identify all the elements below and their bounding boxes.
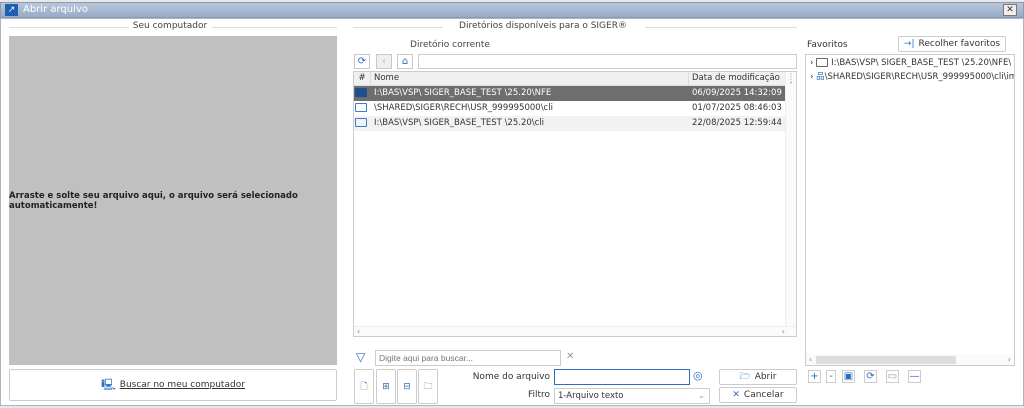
current-dir-label: Diretório corrente xyxy=(410,40,490,50)
section-title-computer: Seu computador xyxy=(132,21,208,31)
new-file-icon: 🗋 xyxy=(360,381,368,392)
home-button[interactable]: ⌂ xyxy=(397,54,413,69)
cancel-button[interactable]: ✕ Cancelar xyxy=(719,387,797,403)
folder-icon xyxy=(355,103,367,112)
collapse-button[interactable]: ⊟ xyxy=(397,369,417,404)
favorites-horizontal-scrollbar[interactable]: ‹ › xyxy=(806,354,1014,365)
expand-button[interactable]: ⊞ xyxy=(376,369,396,404)
row-name: I:\BAS\VSP\ SIGER_BASE_TEST \25.20\NFE xyxy=(374,88,552,98)
table-row[interactable]: I:\BAS\VSP\ SIGER_BASE_TEST \25.20\cli 2… xyxy=(354,116,796,131)
filter-select[interactable]: 1-Arquivo texto ⌄ xyxy=(554,388,710,404)
browse-computer-button[interactable]: 🖳 Buscar no meu computador xyxy=(9,369,337,401)
new-file-button[interactable]: 🗋 xyxy=(354,369,374,404)
file-table: # Nome Data de modificação I:\BAS\VSP\ S… xyxy=(353,71,797,337)
favorite-item[interactable]: › 品\SHARED\SIGER\RECH\USR_999995000\cli\… xyxy=(806,68,1014,82)
folder-icon xyxy=(355,118,367,127)
row-name: \SHARED\SIGER\RECH\USR_999995000\cli xyxy=(374,103,553,113)
divider xyxy=(645,27,797,28)
divider xyxy=(212,27,337,28)
filter-value: 1-Arquivo texto xyxy=(558,391,624,401)
divider xyxy=(353,27,443,28)
drop-text: Arraste e solte seu arquivo aqui, o arqu… xyxy=(9,190,298,211)
remove-favorite-button[interactable]: - xyxy=(826,370,836,383)
row-name: I:\BAS\VSP\ SIGER_BASE_TEST \25.20\cli xyxy=(374,118,545,128)
save-icon[interactable]: ▣ xyxy=(842,370,855,383)
horizontal-scrollbar[interactable]: ‹ › xyxy=(354,326,796,336)
refresh-button[interactable]: ⟳ xyxy=(354,54,370,69)
chevron-right-icon: › xyxy=(810,72,814,82)
col-index[interactable]: # xyxy=(354,72,371,85)
favorites-tree: › I:\BAS\VSP\ SIGER_BASE_TEST \25.20\NFE… xyxy=(805,54,1015,366)
row-date: 22/08/2025 12:59:44 xyxy=(692,118,782,128)
table-row[interactable]: I:\BAS\VSP\ SIGER_BASE_TEST \25.20\NFE 0… xyxy=(354,86,796,101)
divider xyxy=(9,27,129,28)
back-icon: ‹ xyxy=(382,56,386,67)
chevron-down-icon: ⌄ xyxy=(697,391,705,401)
table-row[interactable]: \SHARED\SIGER\RECH\USR_999995000\cli 01/… xyxy=(354,101,796,116)
cancel-label: Cancelar xyxy=(743,390,784,400)
app-icon: ↗ xyxy=(5,4,18,16)
add-favorite-button[interactable]: + xyxy=(808,370,821,383)
x-icon: ✕ xyxy=(732,390,740,400)
section-title-siger: Diretórios disponíveis para o SIGER® xyxy=(459,21,627,31)
col-date[interactable]: Data de modificação xyxy=(689,72,785,85)
window-title: Abrir arquivo xyxy=(23,4,88,15)
filename-label: Nome do arquivo xyxy=(472,372,550,382)
collapse-favorites-label: Recolher favoritos xyxy=(918,39,1001,49)
panel-icon[interactable]: ▭ xyxy=(886,370,899,383)
minus-icon[interactable]: — xyxy=(908,370,921,383)
open-button[interactable]: 🗁 Abrir xyxy=(719,369,797,385)
table-header: # Nome Data de modificação xyxy=(354,72,796,86)
home-icon: ⌂ xyxy=(401,56,409,67)
favorites-label: Favoritos xyxy=(807,40,848,50)
plus-square-icon: ⊞ xyxy=(382,381,390,392)
folder-search-icon: 🗀 xyxy=(423,381,433,392)
row-date: 06/09/2025 14:32:09 xyxy=(692,88,782,98)
collapse-favorites-button[interactable]: →| Recolher favoritos xyxy=(898,36,1006,52)
drop-zone[interactable]: Arraste e solte seu arquivo aqui, o arqu… xyxy=(9,36,337,365)
favorite-path: \SHARED\SIGER\RECH\USR_999995000\cli\im xyxy=(824,72,1014,82)
open-label: Abrir xyxy=(754,372,777,382)
col-name[interactable]: Nome xyxy=(371,72,689,85)
eye-icon[interactable]: ◎ xyxy=(693,369,703,382)
back-button[interactable]: ‹ xyxy=(376,54,392,69)
refresh-favorites-icon[interactable]: ⟳ xyxy=(864,370,877,383)
vertical-scrollbar[interactable]: ⋮ ˄ xyxy=(785,72,796,327)
title-bar: ↗ Abrir arquivo ✕ xyxy=(0,2,1024,18)
minus-square-icon: ⊟ xyxy=(403,381,411,392)
row-date: 01/07/2025 08:46:03 xyxy=(692,103,782,113)
folder-open-icon: 🗁 xyxy=(739,372,751,382)
folder-icon xyxy=(816,58,829,67)
refresh-icon: ⟳ xyxy=(357,56,367,67)
browse-label: Buscar no meu computador xyxy=(119,380,245,390)
path-input[interactable] xyxy=(418,54,797,69)
filename-input[interactable] xyxy=(554,369,690,385)
search-input[interactable] xyxy=(375,350,561,366)
favorite-path: I:\BAS\VSP\ SIGER_BASE_TEST \25.20\NFE\ xyxy=(831,58,1012,68)
network-icon: 品 xyxy=(816,72,825,82)
filter-icon: ▽ xyxy=(356,350,366,364)
chevron-right-icon: › xyxy=(810,58,814,68)
close-button[interactable]: ✕ xyxy=(1003,4,1017,16)
arrow-collapse-icon: →| xyxy=(903,39,915,49)
favorite-item[interactable]: › I:\BAS\VSP\ SIGER_BASE_TEST \25.20\NFE… xyxy=(806,55,1014,68)
filter-label: Filtro xyxy=(527,390,550,400)
folder-icon xyxy=(355,88,367,97)
folder-button[interactable]: 🗀 xyxy=(418,369,438,404)
clear-search-icon[interactable]: ✕ xyxy=(566,351,574,362)
computer-icon: 🖳 xyxy=(101,377,116,391)
